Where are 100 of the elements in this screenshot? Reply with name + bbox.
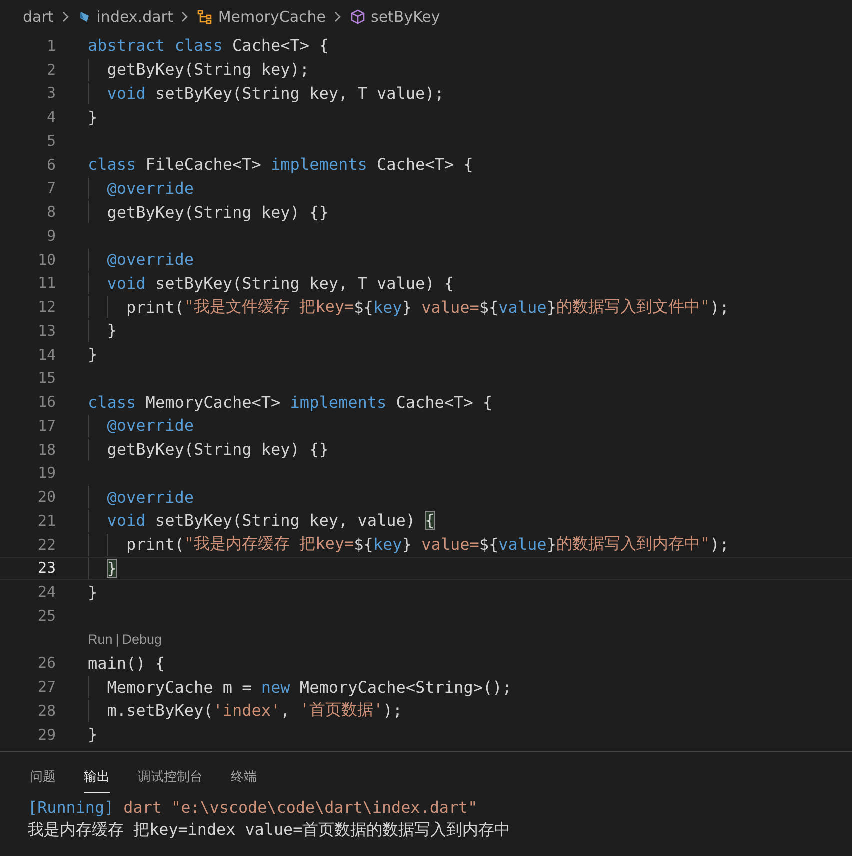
line-number: 2 — [46, 60, 56, 79]
code-token: "我是文件缓存 把key= — [184, 296, 354, 318]
code-token: Cache<T> { — [395, 392, 493, 412]
breadcrumb-item[interactable]: MemoryCache — [218, 8, 326, 26]
code-token: print( — [126, 535, 184, 554]
code-token: } — [88, 725, 98, 744]
breadcrumb-item[interactable]: dart — [23, 8, 54, 26]
code-token: value= — [420, 298, 480, 317]
code-token: Cache<T> { — [376, 155, 474, 174]
code-token: @override — [107, 250, 194, 270]
code-token: getByKey(String key) {} — [107, 440, 329, 460]
code-token: 'index' — [213, 701, 281, 720]
chevron-icon — [334, 11, 342, 23]
code-token: MemoryCache m = — [107, 678, 253, 697]
code-token: } — [88, 108, 98, 127]
code-token: main() { — [88, 654, 166, 673]
code-token: MemoryCache<String>(); — [298, 678, 512, 697]
code-token: implements — [271, 155, 368, 174]
code-token: void — [107, 84, 146, 103]
code-token: key — [373, 298, 402, 317]
code-token: getByKey(String key); — [107, 60, 310, 80]
chevron-icon — [62, 11, 70, 23]
code-token: "我是内存缓存 把key= — [184, 534, 354, 556]
line-number: 7 — [46, 179, 56, 198]
code-token: ); — [710, 298, 730, 317]
code-token: value — [498, 298, 547, 317]
line-number: 25 — [36, 606, 56, 625]
line-number: 3 — [46, 84, 56, 102]
code-token: @override — [107, 178, 194, 198]
code-token: implements — [290, 392, 387, 412]
code-token: } — [546, 535, 556, 554]
codelens-link[interactable]: Run — [88, 632, 113, 648]
panel-tab[interactable]: 调试控制台 — [138, 756, 203, 792]
line-number: 10 — [36, 250, 56, 269]
line-number: 15 — [36, 369, 56, 388]
line-number: 24 — [36, 583, 56, 602]
panel-tab[interactable]: 终端 — [231, 756, 257, 792]
matched-bracket: } — [107, 558, 117, 578]
code-token: key — [373, 535, 402, 554]
code-token: , — [280, 701, 292, 720]
code-token: setByKey(String key, value) — [154, 511, 417, 530]
line-number: 21 — [36, 512, 56, 530]
breadcrumb-item[interactable]: index.dart — [96, 8, 174, 26]
line-number: 27 — [36, 678, 56, 696]
code-token: 的数据写入到内存中" — [556, 534, 710, 556]
code-token: class — [88, 392, 136, 412]
panel-tab[interactable]: 输出 — [84, 756, 110, 792]
output-text: 我是内存缓存 把key=index value=首页数据的数据写入到内存中 — [28, 820, 511, 841]
code-token: 的数据写入到文件中" — [556, 296, 710, 318]
line-number: 12 — [36, 298, 56, 316]
code-token: FileCache<T> — [144, 155, 262, 174]
line-number: 1 — [46, 36, 56, 55]
code-token: @override — [107, 488, 194, 507]
code-token: } — [402, 298, 412, 317]
code-token: } — [88, 582, 98, 602]
code-token: ${ — [354, 298, 374, 317]
matched-bracket: { — [425, 511, 435, 530]
code-token: value= — [420, 535, 480, 554]
line-number: 23 — [36, 559, 56, 578]
line-number: 22 — [36, 536, 56, 554]
code-token: m.setByKey( — [107, 701, 214, 720]
line-number: 6 — [46, 156, 56, 174]
line-number: 28 — [36, 702, 56, 720]
line-number: 9 — [46, 226, 56, 245]
code-token: '首页数据' — [300, 700, 384, 722]
code-token: void — [107, 274, 146, 293]
separator: | — [116, 632, 120, 648]
chevron-icon — [181, 11, 190, 23]
line-number: 19 — [36, 464, 56, 482]
code-token: setByKey(String key, T value); — [154, 84, 444, 103]
code-token: ); — [383, 701, 402, 720]
dart-file-icon — [78, 10, 92, 24]
code-token: ${ — [479, 535, 499, 554]
code-token: void — [107, 511, 146, 530]
code-token: } — [107, 321, 117, 340]
line-number: 5 — [46, 132, 56, 150]
line-number: 16 — [36, 393, 56, 412]
panel-tab[interactable]: 问题 — [30, 756, 56, 792]
line-number: 8 — [46, 203, 56, 222]
code-token: Cache<T> { — [231, 36, 329, 56]
code-token: getByKey(String key) {} — [107, 202, 329, 222]
line-number: 17 — [36, 416, 56, 435]
line-number: 13 — [36, 322, 56, 340]
code-token: value — [498, 535, 547, 554]
breadcrumb-item[interactable]: setByKey — [371, 8, 440, 26]
line-number: 20 — [36, 488, 56, 506]
code-token: ${ — [354, 535, 374, 554]
codelens-link[interactable]: Debug — [122, 632, 162, 648]
output-text: dart "e:\vscode\code\dart\index.dart" — [122, 798, 478, 817]
class-icon — [197, 9, 214, 25]
line-number: 29 — [36, 726, 56, 744]
code-token: abstract class — [88, 36, 223, 56]
code-token: print( — [126, 298, 184, 317]
code-token: new — [261, 678, 290, 697]
code-token: ${ — [479, 298, 499, 317]
output-text: [Running] — [28, 798, 114, 817]
code-token: @override — [107, 416, 194, 436]
line-number: 4 — [46, 108, 56, 126]
code-token: } — [88, 345, 98, 364]
line-number: 11 — [36, 274, 56, 292]
